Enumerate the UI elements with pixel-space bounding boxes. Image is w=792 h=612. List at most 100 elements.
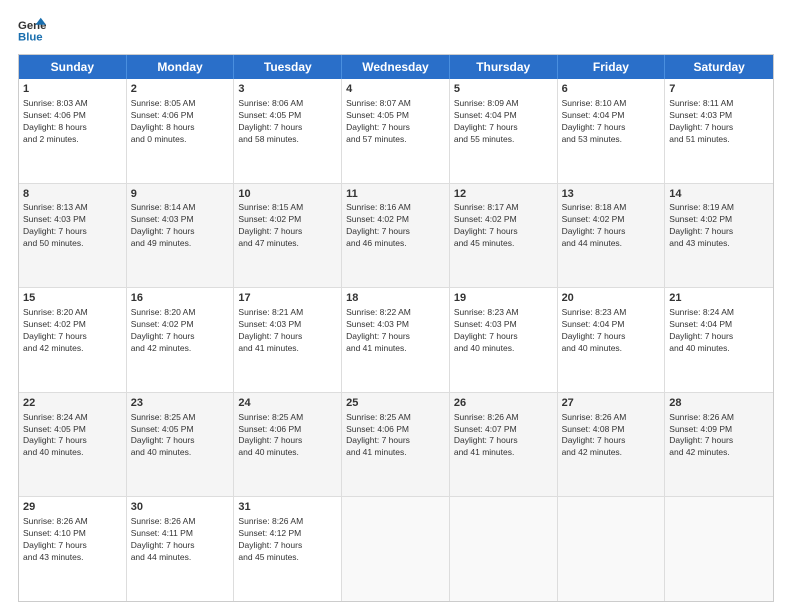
day-info: Sunrise: 8:20 AMSunset: 4:02 PMDaylight:…	[131, 307, 230, 355]
calendar-row-4: 22Sunrise: 8:24 AMSunset: 4:05 PMDayligh…	[19, 392, 773, 497]
day-number: 14	[669, 187, 769, 202]
day-number: 15	[23, 291, 122, 306]
logo-icon: General Blue	[18, 16, 46, 44]
table-row: 29Sunrise: 8:26 AMSunset: 4:10 PMDayligh…	[19, 497, 127, 601]
table-row: 3Sunrise: 8:06 AMSunset: 4:05 PMDaylight…	[234, 79, 342, 183]
table-row: 15Sunrise: 8:20 AMSunset: 4:02 PMDayligh…	[19, 288, 127, 392]
day-number: 17	[238, 291, 337, 306]
table-row: 18Sunrise: 8:22 AMSunset: 4:03 PMDayligh…	[342, 288, 450, 392]
day-info: Sunrise: 8:26 AMSunset: 4:10 PMDaylight:…	[23, 516, 122, 564]
header-day-sunday: Sunday	[19, 55, 127, 79]
calendar-row-3: 15 Sunrise: 8:20 AMSunset: 4:02 PMDayligh…	[19, 287, 773, 392]
table-row: 9Sunrise: 8:14 AMSunset: 4:03 PMDaylight…	[127, 184, 235, 288]
logo: General Blue	[18, 16, 46, 44]
day-number: 20	[562, 291, 661, 306]
day-info: Sunrise: 8:21 AMSunset: 4:03 PMDaylight:…	[238, 307, 337, 355]
table-row: 24Sunrise: 8:25 AMSunset: 4:06 PMDayligh…	[234, 393, 342, 497]
table-row: 19Sunrise: 8:23 AMSunset: 4:03 PMDayligh…	[450, 288, 558, 392]
day-info: Sunrise: 8:15 AMSunset: 4:02 PMDaylight:…	[238, 202, 337, 250]
day-info: Sunrise: 8:26 AMSunset: 4:07 PMDaylight:…	[454, 412, 553, 460]
day-info: Sunrise: 8:11 AMSunset: 4:03 PMDaylight:…	[669, 98, 769, 146]
table-row: 26Sunrise: 8:26 AMSunset: 4:07 PMDayligh…	[450, 393, 558, 497]
day-info: Sunrise: 8:18 AMSunset: 4:02 PMDaylight:…	[562, 202, 661, 250]
header-day-friday: Friday	[558, 55, 666, 79]
table-row	[342, 497, 450, 601]
table-row: 21Sunrise: 8:24 AMSunset: 4:04 PMDayligh…	[665, 288, 773, 392]
table-row: 12Sunrise: 8:17 AMSunset: 4:02 PMDayligh…	[450, 184, 558, 288]
day-info: Sunrise: 8:25 AMSunset: 4:05 PMDaylight:…	[131, 412, 230, 460]
header: General Blue	[18, 16, 774, 44]
header-day-wednesday: Wednesday	[342, 55, 450, 79]
day-number: 31	[238, 500, 337, 515]
day-number: 30	[131, 500, 230, 515]
day-info: Sunrise: 8:22 AMSunset: 4:03 PMDaylight:…	[346, 307, 445, 355]
table-row: 20Sunrise: 8:23 AMSunset: 4:04 PMDayligh…	[558, 288, 666, 392]
day-number: 28	[669, 396, 769, 411]
table-row: 28Sunrise: 8:26 AMSunset: 4:09 PMDayligh…	[665, 393, 773, 497]
day-number: 18	[346, 291, 445, 306]
day-info: Sunrise: 8:19 AMSunset: 4:02 PMDaylight:…	[669, 202, 769, 250]
day-number: 13	[562, 187, 661, 202]
header-day-thursday: Thursday	[450, 55, 558, 79]
table-row: 4Sunrise: 8:07 AMSunset: 4:05 PMDaylight…	[342, 79, 450, 183]
header-day-monday: Monday	[127, 55, 235, 79]
day-info: Sunrise: 8:23 AMSunset: 4:04 PMDaylight:…	[562, 307, 661, 355]
table-row: 8Sunrise: 8:13 AMSunset: 4:03 PMDaylight…	[19, 184, 127, 288]
day-info: Sunrise: 8:13 AMSunset: 4:03 PMDaylight:…	[23, 202, 122, 250]
day-number: 27	[562, 396, 661, 411]
day-number: 3	[238, 82, 337, 97]
calendar-page: General Blue SundayMondayTuesdayWednesda…	[0, 0, 792, 612]
day-info: Sunrise: 8:05 AMSunset: 4:06 PMDaylight:…	[131, 98, 230, 146]
day-number: 1	[23, 82, 122, 97]
day-number: 22	[23, 396, 122, 411]
day-info: Sunrise: 8:06 AMSunset: 4:05 PMDaylight:…	[238, 98, 337, 146]
table-row: 27Sunrise: 8:26 AMSunset: 4:08 PMDayligh…	[558, 393, 666, 497]
table-row: 25Sunrise: 8:25 AMSunset: 4:06 PMDayligh…	[342, 393, 450, 497]
header-day-tuesday: Tuesday	[234, 55, 342, 79]
table-row	[665, 497, 773, 601]
table-row: 7Sunrise: 8:11 AMSunset: 4:03 PMDaylight…	[665, 79, 773, 183]
table-row: 31Sunrise: 8:26 AMSunset: 4:12 PMDayligh…	[234, 497, 342, 601]
table-row	[450, 497, 558, 601]
day-info: Sunrise: 8:26 AMSunset: 4:11 PMDaylight:…	[131, 516, 230, 564]
table-row: 23Sunrise: 8:25 AMSunset: 4:05 PMDayligh…	[127, 393, 235, 497]
day-number: 11	[346, 187, 445, 202]
table-row: 22Sunrise: 8:24 AMSunset: 4:05 PMDayligh…	[19, 393, 127, 497]
day-number: 5	[454, 82, 553, 97]
calendar: SundayMondayTuesdayWednesdayThursdayFrid…	[18, 54, 774, 602]
day-info: Sunrise: 8:09 AMSunset: 4:04 PMDaylight:…	[454, 98, 553, 146]
day-number: 4	[346, 82, 445, 97]
day-info: Sunrise: 8:24 AMSunset: 4:04 PMDaylight:…	[669, 307, 769, 355]
table-row: 17Sunrise: 8:21 AMSunset: 4:03 PMDayligh…	[234, 288, 342, 392]
day-number: 7	[669, 82, 769, 97]
day-number: 12	[454, 187, 553, 202]
day-number: 8	[23, 187, 122, 202]
day-info: Sunrise: 8:26 AMSunset: 4:12 PMDaylight:…	[238, 516, 337, 564]
day-number: 25	[346, 396, 445, 411]
calendar-row-5: 29Sunrise: 8:26 AMSunset: 4:10 PMDayligh…	[19, 496, 773, 601]
day-info: Sunrise: 8:17 AMSunset: 4:02 PMDaylight:…	[454, 202, 553, 250]
day-info: Sunrise: 8:23 AMSunset: 4:03 PMDaylight:…	[454, 307, 553, 355]
calendar-row-1: 1Sunrise: 8:03 AMSunset: 4:06 PMDaylight…	[19, 79, 773, 183]
calendar-body: 1Sunrise: 8:03 AMSunset: 4:06 PMDaylight…	[19, 79, 773, 601]
day-info: Sunrise: 8:25 AMSunset: 4:06 PMDaylight:…	[238, 412, 337, 460]
day-info: Sunrise: 8:10 AMSunset: 4:04 PMDaylight:…	[562, 98, 661, 146]
day-info: Sunrise: 8:25 AMSunset: 4:06 PMDaylight:…	[346, 412, 445, 460]
table-row: 13Sunrise: 8:18 AMSunset: 4:02 PMDayligh…	[558, 184, 666, 288]
day-number: 2	[131, 82, 230, 97]
day-number: 19	[454, 291, 553, 306]
day-info: Sunrise: 8:26 AMSunset: 4:08 PMDaylight:…	[562, 412, 661, 460]
calendar-row-2: 8Sunrise: 8:13 AMSunset: 4:03 PMDaylight…	[19, 183, 773, 288]
day-info: Sunrise: 8:03 AMSunset: 4:06 PMDaylight:…	[23, 98, 122, 146]
day-info: Sunrise: 8:14 AMSunset: 4:03 PMDaylight:…	[131, 202, 230, 250]
day-number: 29	[23, 500, 122, 515]
table-row: 14Sunrise: 8:19 AMSunset: 4:02 PMDayligh…	[665, 184, 773, 288]
table-row: 10Sunrise: 8:15 AMSunset: 4:02 PMDayligh…	[234, 184, 342, 288]
day-info: Sunrise: 8:07 AMSunset: 4:05 PMDaylight:…	[346, 98, 445, 146]
day-number: 23	[131, 396, 230, 411]
day-number: 21	[669, 291, 769, 306]
calendar-header: SundayMondayTuesdayWednesdayThursdayFrid…	[19, 55, 773, 79]
table-row: 6Sunrise: 8:10 AMSunset: 4:04 PMDaylight…	[558, 79, 666, 183]
table-row: 1Sunrise: 8:03 AMSunset: 4:06 PMDaylight…	[19, 79, 127, 183]
day-number: 24	[238, 396, 337, 411]
